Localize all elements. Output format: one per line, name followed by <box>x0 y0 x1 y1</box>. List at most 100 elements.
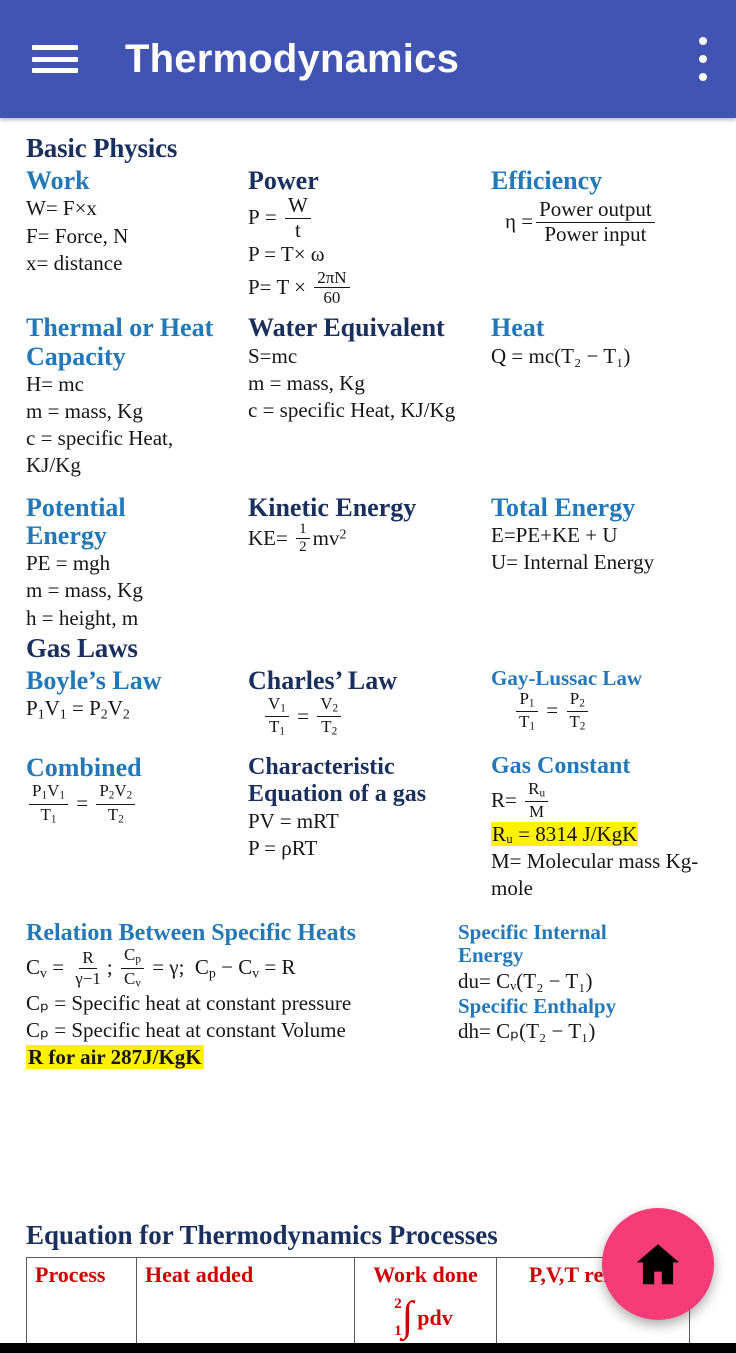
card-line: Cₚ = Specific heat at constant Volume <box>26 1018 346 1042</box>
integral-body: pdv <box>417 1304 453 1330</box>
work-done-label: Work done <box>373 1261 478 1287</box>
card-potential-energy: Potential Energy PE = mgh m = mass, Kg h… <box>26 492 248 632</box>
hamburger-menu-icon[interactable] <box>32 41 78 77</box>
hamburger-bar <box>32 68 78 73</box>
formula-power-1: P = Wt <box>248 194 491 241</box>
integral-sign-icon: ∫ <box>401 1293 414 1340</box>
hamburger-bar <box>32 56 78 62</box>
formula-charles-law: V1 T1 = V2 T2 <box>262 695 491 738</box>
overflow-dot <box>699 55 707 63</box>
formula-row: Potential Energy PE = mgh m = mass, Kg h… <box>26 492 710 632</box>
highlighted-value: Rᵤ = 8314 J/KgK <box>491 821 639 846</box>
more-vertical-icon[interactable] <box>698 37 708 81</box>
card-line: H= mc <box>26 371 84 396</box>
card-combined: Combined P1V1 T1 = P2V2 T2 <box>26 754 248 902</box>
card-line: m = mass, Kg <box>26 578 143 603</box>
table-header-process: Process <box>26 1256 137 1348</box>
formula-kinetic-energy: KE= 12 mv2 <box>248 520 347 556</box>
formula-power-2: P = T× ω <box>248 242 325 267</box>
card-title: Efficiency <box>491 166 603 196</box>
card-title: Gas Constant <box>491 753 631 780</box>
formula-row: Work W= F×x F= Force, N x= distance Powe… <box>26 167 710 306</box>
table-header-work-done: Work done 2 1 ∫ pdv <box>354 1256 497 1348</box>
page-title: Thermodynamics <box>125 36 460 81</box>
card-line: h = height, m <box>26 605 139 630</box>
card-title: Total Energy <box>491 492 636 522</box>
card-line: c = specific Heat, KJ/Kg <box>248 398 456 423</box>
card-line: c = specific Heat, KJ/Kg <box>26 426 174 478</box>
card-title: Kinetic Energy <box>248 492 417 522</box>
card-boyles-law: Boyle’s Law P1V1 = P2V2 <box>26 665 248 738</box>
card-line: F= Force, N <box>26 223 129 248</box>
card-line: x= distance <box>26 250 123 275</box>
integral-limits: 2 1 <box>394 1296 402 1340</box>
formula-row: Thermal or Heat Capacity H= mc m = mass,… <box>26 314 710 479</box>
card-title: Specific Internal Energy <box>458 919 607 968</box>
card-title: Work <box>26 166 90 196</box>
efficiency-denominator: Power input <box>544 221 647 246</box>
card-line: E=PE+KE + U <box>491 522 618 547</box>
formula-power-3: P= T × 2πN 60 <box>248 268 491 307</box>
card-characteristic-equation: Characteristic Equation of a gas PV = mR… <box>248 754 491 902</box>
card-line: M= Molecular mass Kg-mole <box>491 848 699 901</box>
formula-boyles-law: P1V1 = P2V2 <box>26 696 130 722</box>
card-gas-constant: Gas Constant R= Ru M Rᵤ = 8314 J/KgK M= M… <box>491 753 710 902</box>
card-title: Thermal or Heat Capacity <box>26 313 214 371</box>
efficiency-numerator: Power output <box>536 198 655 223</box>
app-bar: Thermodynamics <box>0 0 736 118</box>
card-title: Combined <box>26 753 142 783</box>
card-title-specific-enthalpy: Specific Enthalpy <box>458 993 617 1018</box>
formula-gay-lussac-law: P1 T1 = P2 T2 <box>513 689 710 733</box>
formula-heat: Q = mc(T₂ − T₁) <box>491 343 631 368</box>
process-table: Process Heat added Work done 2 1 ∫ pdv P… <box>26 1256 690 1353</box>
card-line: PV = mRT <box>248 809 339 834</box>
card-line: Cₚ = Specific heat at constant pressure <box>26 990 352 1015</box>
hamburger-bar <box>32 45 78 50</box>
card-title: Gay-Lussac Law <box>491 665 643 690</box>
card-specific-internal-energy: Specific Internal Energy du= Cᵥ(T₂ − T₁)… <box>458 919 710 1072</box>
card-title: Water Equivalent <box>248 313 445 343</box>
overflow-dot <box>699 73 707 81</box>
formula-combined: P1V1 T1 = P2V2 T2 <box>26 782 248 825</box>
specific-heats-highlight: R for air 287J/KgK <box>26 1044 458 1071</box>
gas-constant-highlight: Rᵤ = 8314 J/KgK <box>491 821 710 848</box>
table-header-heat-added: Heat added <box>136 1256 355 1348</box>
formula-row: Combined P1V1 T1 = P2V2 T2 Characteristic … <box>26 753 710 902</box>
formula-row: Relation Between Specific Heats Cv = Rγ−… <box>26 919 710 1072</box>
card-line: m = mass, Kg <box>26 398 143 423</box>
card-line: U= Internal Energy <box>491 550 655 575</box>
card-title: Potential Energy <box>26 492 126 550</box>
card-line: m = mass, Kg <box>248 370 365 395</box>
home-icon <box>636 1244 680 1285</box>
card-charles-law: Charles’ Law V1 T1 = V2 T2 <box>248 666 491 738</box>
highlighted-value: R for air 287J/KgK <box>26 1045 204 1070</box>
home-fab-button[interactable] <box>602 1208 714 1320</box>
table-header-row: Process Heat added Work done 2 1 ∫ pdv P… <box>26 1256 690 1348</box>
card-line: W= F×x <box>26 196 97 221</box>
card-line: P = ρRT <box>248 836 318 861</box>
section-heading-basic-physics: Basic Physics <box>26 133 178 163</box>
system-navigation-bar <box>0 1343 736 1353</box>
card-power: Power P = Wt P = T× ω P= T × 2πN 60 <box>248 167 491 306</box>
card-title: Power <box>248 166 319 196</box>
formula-efficiency: η = Power output Power input <box>505 198 710 246</box>
formula-row: Boyle’s Law P1V1 = P2V2 Charles’ Law V1 T… <box>26 665 710 738</box>
card-title: Relation Between Specific Heats <box>26 919 356 946</box>
content-scroll-area[interactable]: Basic Physics Work W= F×x F= Force, N x=… <box>0 118 736 1353</box>
integral-upper-limit: 2 <box>394 1295 402 1312</box>
card-title: Heat <box>491 313 545 343</box>
card-relation-specific-heats: Relation Between Specific Heats Cv = Rγ−… <box>26 919 458 1072</box>
card-work: Work W= F×x F= Force, N x= distance <box>26 167 248 306</box>
formula-specific-heats: Cv = Rγ−1 ; Cp Cv = γ; Cp − Cv = R <box>26 945 296 990</box>
formula-specific-internal-energy: du= Cᵥ(T₂ − T₁) <box>458 968 593 993</box>
integral-lower-limit: 1 <box>394 1322 402 1339</box>
card-kinetic-energy: Kinetic Energy KE= 12 mv2 <box>248 492 491 632</box>
formula-gas-constant: R= Ru M <box>491 780 710 821</box>
card-title: Boyle’s Law <box>26 665 162 695</box>
card-heat: Heat Q = mc(T₂ − T₁) <box>491 314 710 479</box>
formula-sheet: Basic Physics Work W= F×x F= Force, N x=… <box>0 133 736 1072</box>
card-line: PE = mgh <box>26 550 111 575</box>
formula-specific-enthalpy: dh= Cₚ(T₂ − T₁) <box>458 1018 596 1043</box>
overflow-dot <box>699 37 707 45</box>
section-heading-gas-laws: Gas Laws <box>26 632 138 663</box>
